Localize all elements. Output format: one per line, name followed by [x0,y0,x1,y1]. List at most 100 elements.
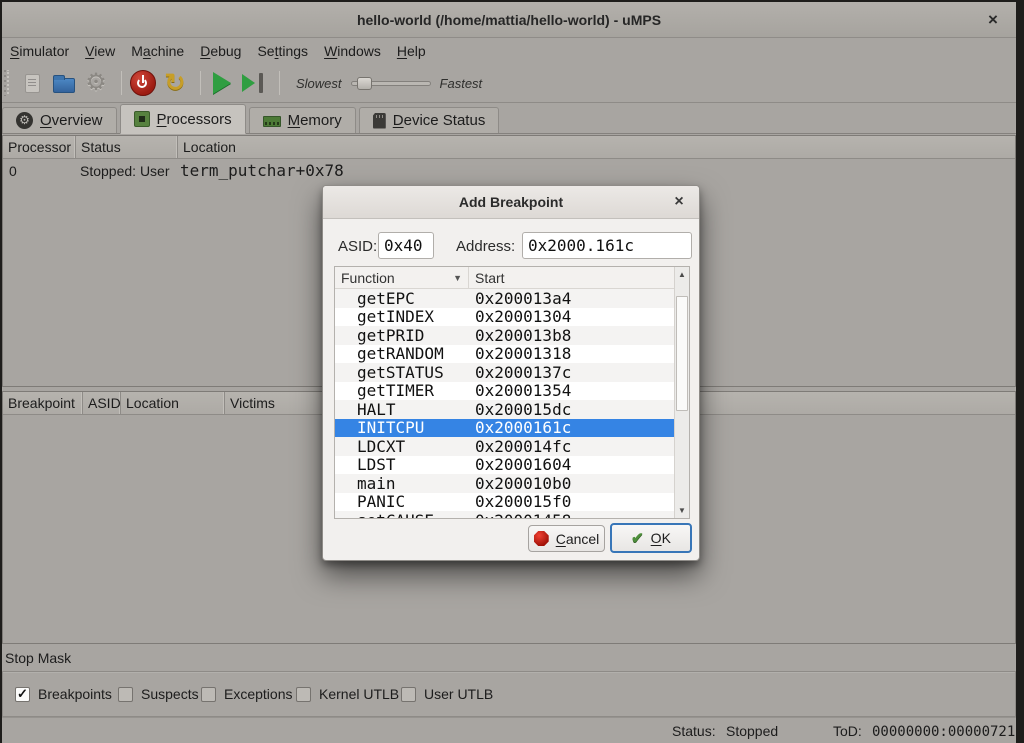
menu-view-label: View [85,43,115,59]
processor-row[interactable]: 0 Stopped: User term_putchar+0x78 [3,159,1015,182]
reset-machine-button[interactable]: ↻ [161,68,189,98]
asid-input[interactable] [378,232,434,259]
function-row[interactable]: PANIC 0x200015f0 [335,493,674,512]
user-utlb-checkbox[interactable] [401,687,416,702]
scroll-up-icon[interactable]: ▲ [675,267,689,282]
kernel-utlb-checkbox[interactable] [296,687,311,702]
tab-device-status[interactable]: Device Status [359,107,500,133]
column-header-status[interactable]: Status [76,136,178,158]
dialog-title: Add Breakpoint [459,194,563,210]
toolbar-grip-handle[interactable] [4,70,10,96]
cancel-stop-icon [534,531,549,546]
open-machine-button[interactable] [50,68,78,98]
column-header-function[interactable]: Function ▼ [335,267,469,288]
function-row[interactable]: getINDEX 0x20001304 [335,308,674,327]
tab-memory[interactable]: Memory [249,107,356,133]
tod-label: ToD: [833,723,862,739]
column-header-location[interactable]: Location [178,136,1015,158]
column-header-processor[interactable]: Processor [3,136,76,158]
title-bar[interactable]: hello-world (/home/mattia/hello-world) -… [2,2,1016,38]
cancel-button-label: Cancel [556,531,600,547]
speed-slider-handle[interactable] [357,77,372,90]
function-start-address: 0x20001318 [469,344,674,363]
address-input[interactable] [522,232,692,259]
breakpoints-checkbox[interactable]: ✓ [15,687,30,702]
tab-overview-label: Overview [40,112,103,129]
tab-processors[interactable]: Processors [120,104,246,134]
machine-settings-button[interactable]: ⚙ [82,68,110,98]
function-start-address: 0x200015f0 [469,492,674,511]
ok-check-icon: ✔ [631,529,644,547]
tab-overview[interactable]: ⚙ Overview [2,107,117,133]
function-name: getINDEX [335,307,469,326]
function-name: LDST [335,455,469,474]
toolbar-separator [279,71,280,95]
function-name: getTIMER [335,381,469,400]
tab-memory-label: Memory [288,112,342,129]
menu-machine-label: Machine [131,43,184,59]
function-row[interactable]: getPRID 0x200013b8 [335,326,674,345]
menu-help[interactable]: Help [389,40,434,62]
checkbox-user-utlb[interactable]: User UTLB [401,672,493,716]
screen: hello-world (/home/mattia/hello-world) -… [0,0,1024,743]
column-header-asid[interactable]: ASID [83,392,121,414]
exceptions-checkbox-label: Exceptions [224,686,292,702]
menu-simulator[interactable]: Simulator [2,40,77,62]
menu-settings[interactable]: Settings [249,40,316,62]
function-row[interactable]: setCAUSE 0x20001458 [335,511,674,519]
ram-stick-icon [263,116,281,127]
checkbox-exceptions[interactable]: Exceptions [201,672,292,716]
menu-debug[interactable]: Debug [192,40,249,62]
dialog-close-icon[interactable]: × [669,192,689,212]
function-row[interactable]: LDCXT 0x200014fc [335,437,674,456]
device-card-icon [373,113,386,129]
continue-button[interactable] [208,68,236,98]
umps-main-window: hello-world (/home/mattia/hello-world) -… [2,2,1016,743]
tab-processors-label: Processors [157,111,232,128]
ok-button[interactable]: ✔ OK [610,523,692,553]
function-row[interactable]: main 0x200010b0 [335,474,674,493]
dialog-title-bar[interactable]: Add Breakpoint × [323,186,699,219]
function-name: getRANDOM [335,344,469,363]
step-button[interactable] [240,68,268,98]
function-row[interactable]: getSTATUS 0x2000137c [335,363,674,382]
suspects-checkbox[interactable] [118,687,133,702]
column-header-start[interactable]: Start [469,267,674,288]
function-start-address: 0x200013b8 [469,326,674,345]
asid-label: ASID: [338,238,377,255]
menu-view[interactable]: View [77,40,123,62]
column-header-bp-location[interactable]: Location [121,392,225,414]
menu-windows[interactable]: Windows [316,40,389,62]
new-machine-button[interactable] [18,68,46,98]
checkbox-breakpoints[interactable]: ✓ Breakpoints [15,672,112,716]
function-row[interactable]: getRANDOM 0x20001318 [335,345,674,364]
cancel-button[interactable]: Cancel [528,525,605,552]
scroll-down-icon[interactable]: ▼ [675,503,689,518]
function-row[interactable]: LDST 0x20001604 [335,456,674,475]
exceptions-checkbox[interactable] [201,687,216,702]
function-name: getPRID [335,326,469,345]
scrollbar-thumb[interactable] [676,296,688,411]
menu-help-label: Help [397,43,426,59]
tod-value: 00000000:00000721 [872,724,1015,740]
open-folder-icon [53,78,75,93]
function-name: getEPC [335,289,469,308]
speed-slider[interactable] [351,81,431,86]
function-row[interactable]: getEPC 0x200013a4 [335,289,674,308]
function-list-rows: getEPC 0x200013a4 getINDEX 0x20001304 ge… [335,289,674,519]
checkbox-suspects[interactable]: Suspects [118,672,199,716]
status-value: Stopped [726,723,778,739]
function-row[interactable]: HALT 0x200015dc [335,400,674,419]
address-label: Address: [456,238,515,255]
menu-machine[interactable]: Machine [123,40,192,62]
function-list-scrollbar[interactable]: ▲ ▼ [674,267,689,518]
cpu-chip-icon [134,111,150,127]
window-close-icon[interactable]: × [982,9,1004,31]
processor-location: term_putchar+0x78 [178,161,1015,180]
function-row[interactable]: INITCPU 0x2000161c [335,419,674,438]
function-row[interactable]: getTIMER 0x20001354 [335,382,674,401]
function-name: getSTATUS [335,363,469,382]
checkbox-kernel-utlb[interactable]: Kernel UTLB [296,672,399,716]
column-header-breakpoint[interactable]: Breakpoint [3,392,83,414]
power-off-button[interactable] [129,68,157,98]
